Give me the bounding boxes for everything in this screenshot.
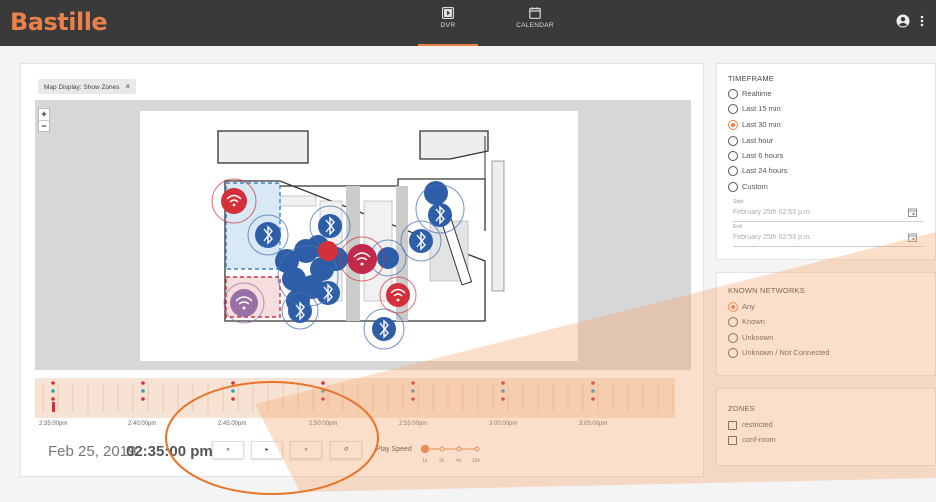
- start-label: Start: [733, 199, 744, 205]
- timeline-event-dot: [411, 381, 415, 385]
- timeline-label: 3:00:00pm: [489, 421, 518, 427]
- timeline-event-dot: [591, 381, 595, 385]
- close-icon[interactable]: ×: [126, 82, 131, 91]
- start-field-underline: [733, 221, 923, 222]
- timeline-cursor: [52, 402, 55, 412]
- playback-date: Feb 25, 2019: [48, 443, 137, 460]
- zone-checkbox-restricted[interactable]: [728, 421, 737, 430]
- timeframe-option[interactable]: Last 15 min: [742, 103, 781, 115]
- timeline-label: 2:55:00pm: [399, 421, 428, 427]
- network-option[interactable]: Unknown: [742, 332, 773, 344]
- map-display-chip[interactable]: Map Display: Show Zones ×: [38, 79, 137, 94]
- speed-tick: 2x: [439, 458, 445, 464]
- timeline-event-dot: [321, 397, 325, 401]
- brand-logo[interactable]: Bastille: [10, 8, 108, 36]
- timeline-event-dot: [141, 389, 145, 393]
- zone-option[interactable]: restricted: [742, 419, 773, 431]
- calendar-icon[interactable]: [908, 233, 917, 242]
- tab-calendar-label: CALENDAR: [516, 22, 554, 29]
- zone-checkbox-conf-room[interactable]: [728, 436, 737, 445]
- calendar-icon: [529, 7, 541, 19]
- map-display-chip-label: Map Display: Show Zones: [44, 84, 120, 91]
- timeline-event-dot: [501, 389, 505, 393]
- account-icon[interactable]: [896, 14, 910, 28]
- timeline-event-dot: [231, 397, 235, 401]
- timeframe-option[interactable]: Custom: [742, 181, 768, 193]
- timeframe-radio-30min[interactable]: [728, 120, 738, 130]
- play-icon: [442, 7, 454, 19]
- timeline-event-dot: [321, 381, 325, 385]
- zoom-control: + −: [38, 108, 50, 132]
- timeframe-option[interactable]: Last 30 min: [742, 119, 781, 131]
- end-field-underline: [733, 246, 923, 247]
- timeline-event-dot: [501, 381, 505, 385]
- timeline-event-dot: [231, 381, 235, 385]
- play-speed-label: Play Speed: [376, 446, 412, 453]
- timeline-event-dot: [501, 397, 505, 401]
- timeline-event-dot: [51, 389, 55, 393]
- timeline-event-dot: [51, 397, 55, 401]
- timeframe-option[interactable]: Last hour: [742, 135, 773, 147]
- timeframe-option[interactable]: Last 6 hours: [742, 150, 783, 162]
- end-field[interactable]: February 25th 02:53 p.m.: [733, 234, 812, 241]
- timeline-event-dot: [141, 397, 145, 401]
- speed-tick: 4x: [456, 458, 462, 464]
- network-option[interactable]: Unknown / Not Connected: [742, 347, 830, 359]
- play-button[interactable]: ▸: [251, 441, 283, 459]
- timeline-label: 2:50:00pm: [309, 421, 338, 427]
- reset-button[interactable]: ↺: [330, 441, 362, 459]
- timeline-label: 2:35:00pm: [39, 421, 68, 427]
- speed-tick: 10x: [472, 458, 481, 464]
- zoom-out-button[interactable]: −: [39, 120, 49, 131]
- timeline-event-dot: [591, 397, 595, 401]
- network-radio-unknown[interactable]: [728, 333, 738, 343]
- floor-plan-drawing: [211, 130, 505, 350]
- network-radio-any[interactable]: [728, 302, 738, 312]
- timeline-event-dot: [231, 389, 235, 393]
- tab-dvr[interactable]: DVR: [418, 0, 478, 46]
- known-networks-title: KNOWN NETWORKS: [728, 286, 805, 295]
- timeline-label: 3:05:00pm: [579, 421, 608, 427]
- timeline-label: 2:40:00pm: [128, 421, 157, 427]
- calendar-icon[interactable]: [908, 208, 917, 217]
- skip-back-button[interactable]: «: [212, 441, 244, 459]
- more-menu-icon[interactable]: [918, 14, 926, 28]
- timeline-label: 2:45:00pm: [218, 421, 247, 427]
- network-radio-known[interactable]: [728, 317, 738, 327]
- skip-forward-button[interactable]: »: [290, 441, 322, 459]
- timeline-track[interactable]: [35, 378, 675, 418]
- timeline-marks: [42, 381, 674, 412]
- timeframe-radio-hour[interactable]: [728, 136, 738, 146]
- timeline-event-dot: [591, 389, 595, 393]
- top-app-bar: Bastille DVR CALENDAR: [0, 0, 936, 46]
- network-option[interactable]: Known: [742, 316, 765, 328]
- end-label: End: [733, 224, 742, 230]
- timeframe-option[interactable]: Last 24 hours: [742, 165, 787, 177]
- timeline-event-dot: [411, 397, 415, 401]
- network-radio-not-connected[interactable]: [728, 348, 738, 358]
- speed-tick: 1x: [422, 458, 428, 464]
- timeframe-option[interactable]: Realtime: [742, 88, 772, 100]
- timeframe-radio-realtime[interactable]: [728, 89, 738, 99]
- zone-option[interactable]: conf-room: [742, 434, 776, 446]
- tab-calendar[interactable]: CALENDAR: [505, 0, 565, 46]
- floor-plan[interactable]: [140, 111, 578, 361]
- timeframe-radio-6hours[interactable]: [728, 151, 738, 161]
- timeline-event-dot: [411, 389, 415, 393]
- start-field[interactable]: February 25th 02:53 p.m.: [733, 209, 812, 216]
- timeframe-radio-24hours[interactable]: [728, 166, 738, 176]
- timeframe-title: TIMEFRAME: [728, 74, 774, 83]
- playback-time: 02:35:00 pm: [126, 443, 213, 460]
- timeline-event-dot: [141, 381, 145, 385]
- timeframe-radio-15min[interactable]: [728, 104, 738, 114]
- timeframe-radio-custom[interactable]: [728, 182, 738, 192]
- timeline-event-dot: [321, 389, 325, 393]
- zones-title: ZONES: [728, 404, 755, 413]
- timeline-event-dot: [51, 381, 55, 385]
- zoom-in-button[interactable]: +: [39, 109, 49, 120]
- tab-dvr-label: DVR: [440, 22, 456, 29]
- network-option[interactable]: Any: [742, 301, 755, 313]
